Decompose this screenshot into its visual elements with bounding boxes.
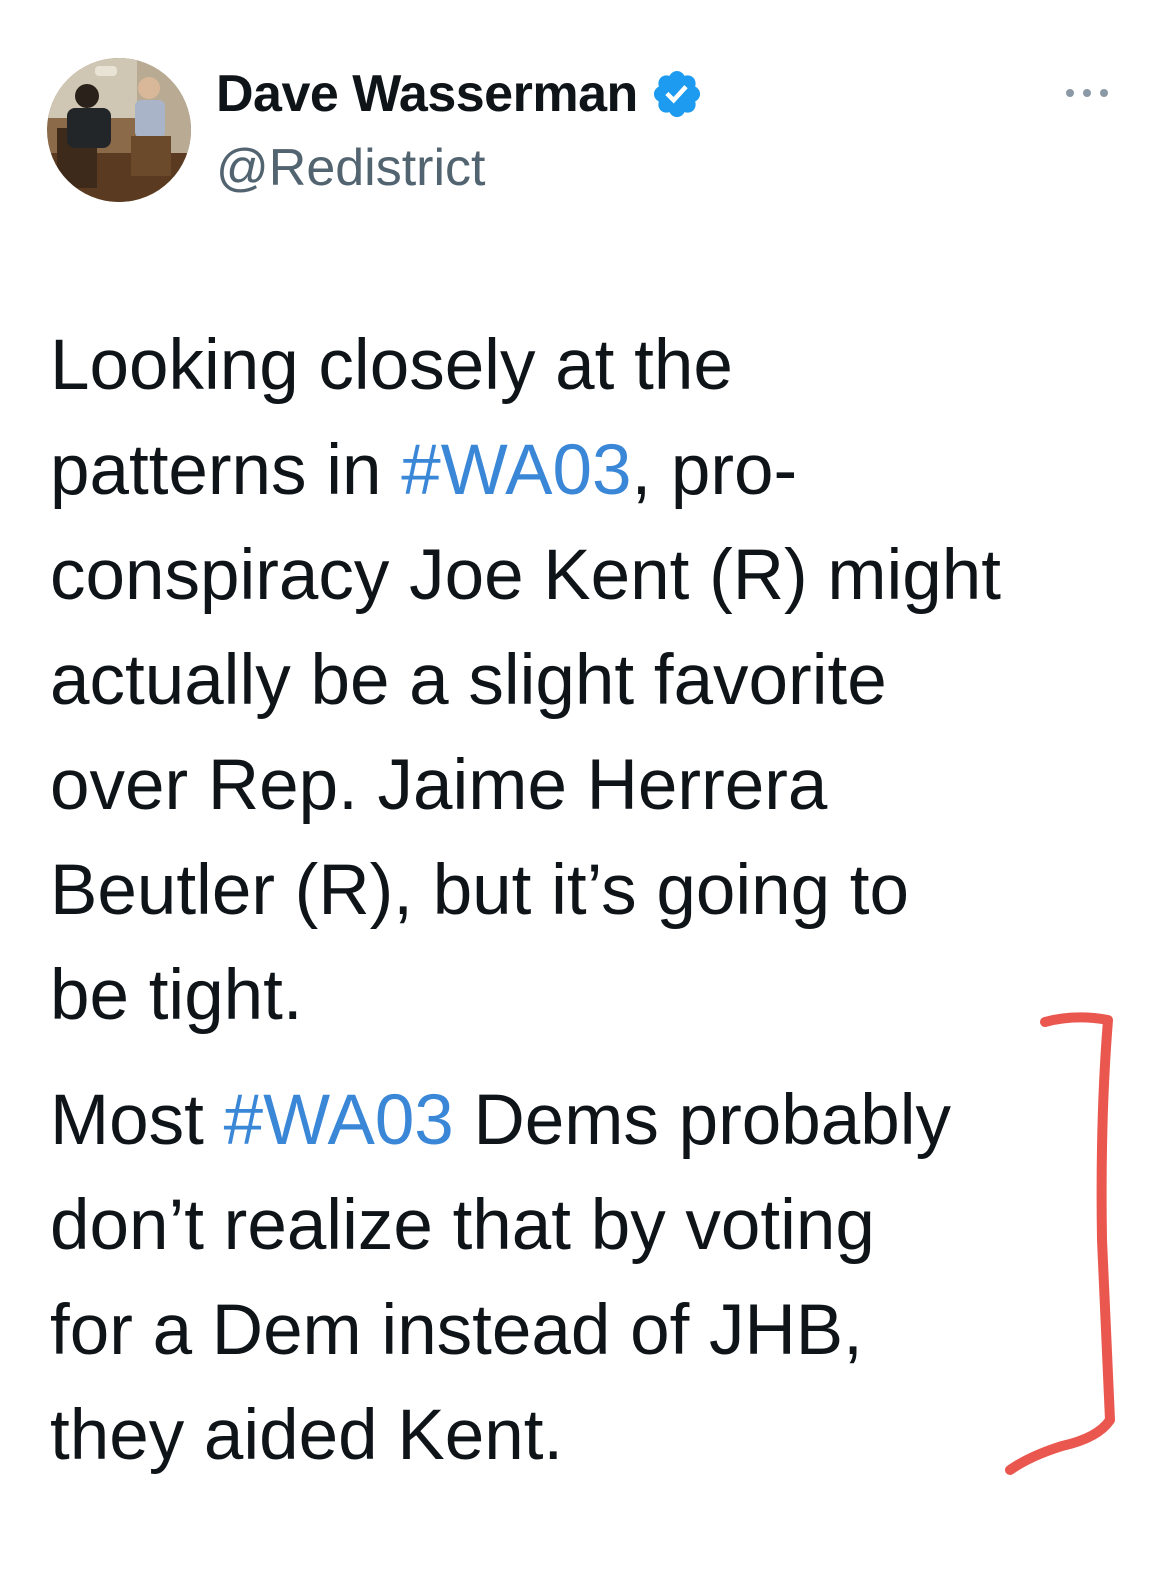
author-handle[interactable]: @Redistrict bbox=[216, 138, 704, 198]
verified-badge-icon bbox=[650, 67, 704, 121]
hashtag-link[interactable]: #WA03 bbox=[224, 1081, 454, 1160]
tweet-line: Looking closely at the bbox=[50, 326, 733, 405]
more-options-icon[interactable] bbox=[1062, 78, 1112, 108]
tweet-line: Most #WA03 Dems probably bbox=[50, 1068, 1140, 1173]
tweet-line: conspiracy Joe Kent (R) might bbox=[50, 536, 1001, 615]
tweet-paragraph-1: Looking closely at the patterns in #WA03… bbox=[50, 313, 1140, 1048]
tweet-line: Beutler (R), but it’s going to bbox=[50, 851, 910, 930]
author-avatar[interactable] bbox=[47, 58, 191, 202]
author-block: Dave Wasserman @Redistrict bbox=[216, 64, 704, 198]
tweet-text-segment: , pro- bbox=[631, 431, 798, 510]
author-name[interactable]: Dave Wasserman bbox=[216, 64, 638, 124]
tweet-line: over Rep. Jaime Herrera bbox=[50, 746, 828, 825]
tweet-text-segment: Most bbox=[50, 1081, 224, 1160]
tweet-line: be tight. bbox=[50, 956, 303, 1035]
tweet-line: actually be a slight favorite bbox=[50, 641, 887, 720]
tweet-line: patterns in #WA03, pro- bbox=[50, 418, 1140, 523]
tweet-paragraph-2: Most #WA03 Dems probably don’t realize t… bbox=[50, 1068, 1140, 1488]
tweet-line: they aided Kent. bbox=[50, 1396, 564, 1475]
tweet-line: for a Dem instead of JHB, bbox=[50, 1291, 863, 1370]
tweet-text-segment: Dems probably bbox=[453, 1081, 952, 1160]
hashtag-link[interactable]: #WA03 bbox=[401, 431, 631, 510]
tweet-line: don’t realize that by voting bbox=[50, 1186, 875, 1265]
tweet-text-segment: patterns in bbox=[50, 431, 402, 510]
tweet-text: Looking closely at the patterns in #WA03… bbox=[50, 313, 1140, 1488]
